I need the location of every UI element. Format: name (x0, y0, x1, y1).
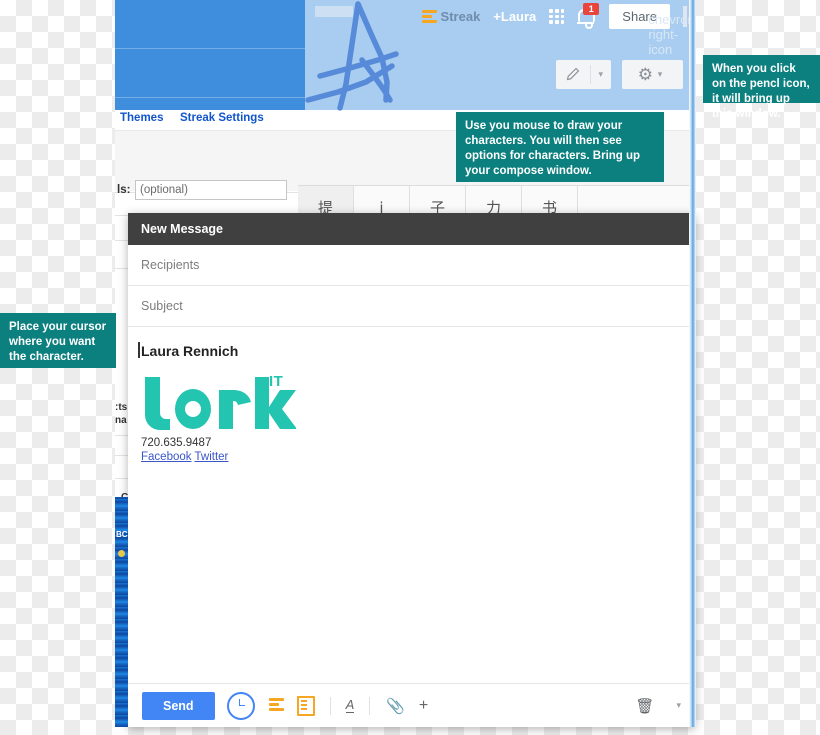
page-fragment-1: :ts (115, 402, 128, 413)
pencil-button[interactable]: ▾ (555, 60, 611, 89)
blue-header-area: Streak +Laura 1 Share chevron-right-icon (115, 0, 695, 110)
signature-phone: 720.635.9487 (141, 437, 212, 449)
left-strip-text: BC (116, 530, 128, 539)
callout-pencil-instructions: When you click on the pencl icon, it wil… (703, 55, 820, 120)
callout-cursor-instructions: Place your cursor where you want the cha… (0, 313, 116, 368)
optional-field-input[interactable]: (optional) (135, 180, 287, 200)
schedule-send-icon[interactable] (226, 691, 255, 720)
lark-it-suffix: IT (269, 373, 284, 390)
callout-draw-instructions: Use you mouse to draw your characters. Y… (456, 112, 664, 182)
compose-title: New Message (141, 222, 223, 236)
insert-more-icon[interactable]: + (419, 697, 428, 715)
plus-user-link[interactable]: +Laura (493, 9, 536, 24)
text-cursor (138, 342, 140, 358)
attach-icon[interactable]: 📎 (386, 697, 405, 715)
recipients-placeholder: Recipients (141, 258, 200, 272)
lark-it-logo: IT (141, 373, 695, 431)
recipients-input[interactable]: Recipients (128, 245, 695, 286)
compose-titlebar[interactable]: New Message (128, 213, 695, 245)
settings-button[interactable]: ⚙ ▾ (621, 60, 683, 89)
pencil-caret-icon[interactable]: ▾ (591, 69, 611, 80)
notification-bell-icon[interactable]: 1 (577, 2, 600, 29)
gear-caret-icon[interactable]: ▾ (653, 69, 667, 80)
toolbar-divider (329, 696, 331, 715)
streak-logo-icon (421, 10, 437, 23)
gmail-topbar: Streak +Laura 1 Share chevron-right-icon (305, 0, 695, 57)
header-divider-2 (115, 97, 305, 98)
signature-name: Laura Rennich (138, 342, 695, 359)
page-fragment-2: na (115, 415, 127, 426)
compose-toolbar: Send A 📎 + 🗑 ▾ (128, 683, 695, 727)
text-format-icon[interactable]: A (345, 698, 355, 713)
discard-draft-icon[interactable]: 🗑 (635, 697, 654, 715)
toolbar-divider (369, 696, 371, 715)
send-button[interactable]: Send (142, 691, 215, 720)
twitter-link[interactable]: Twitter (195, 451, 229, 463)
subject-placeholder: Subject (141, 299, 183, 313)
header-divider-1 (115, 48, 305, 49)
draw-toolbar: ▾ ⚙ ▾ (555, 60, 683, 89)
compose-window: New Message Recipients Subject Laura Ren… (128, 213, 695, 727)
streak-menu-item[interactable]: Streak (421, 9, 481, 24)
chevron-right-icon[interactable]: chevron-right-icon (648, 12, 695, 57)
apps-grid-icon[interactable] (549, 9, 565, 24)
left-strip-dot-icon (118, 550, 125, 557)
streak-boxes-icon[interactable] (268, 698, 284, 713)
left-edge-strip: BC (115, 497, 128, 727)
streak-list-icon[interactable] (296, 695, 315, 716)
streak-settings-link[interactable]: Streak Settings (180, 112, 264, 124)
blue-header-left (115, 0, 305, 110)
compose-body[interactable]: Laura Rennich IT 720.635.9487 Facebook T… (128, 327, 695, 735)
right-edge-strip (689, 0, 696, 727)
optional-field-label: ls: (117, 184, 131, 196)
notification-count-badge: 1 (583, 2, 600, 15)
themes-link[interactable]: Themes (120, 112, 163, 124)
pencil-icon (556, 67, 590, 82)
subject-input[interactable]: Subject (128, 286, 695, 327)
signature-links: Facebook Twitter (141, 451, 695, 463)
optional-field-placeholder: (optional) (140, 184, 188, 196)
more-options-caret-icon[interactable]: ▾ (676, 700, 681, 711)
gear-icon: ⚙ (637, 64, 653, 84)
facebook-link[interactable]: Facebook (141, 451, 192, 463)
streak-label: Streak (440, 9, 481, 24)
